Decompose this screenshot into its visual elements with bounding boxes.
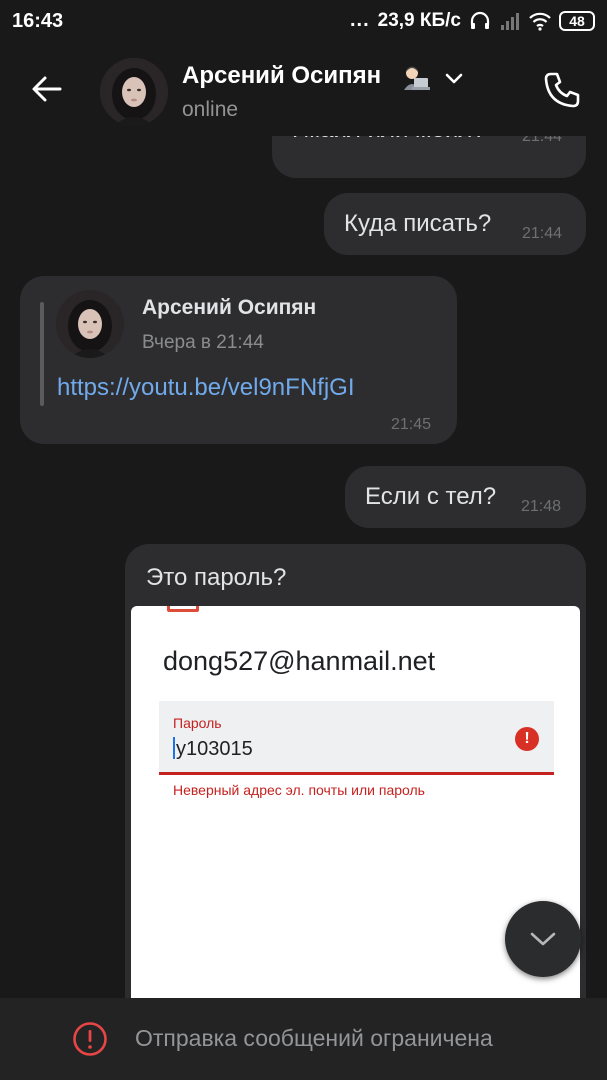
message-list[interactable]: Гмаил или меил? 21:44 Куда писать? 21:44…	[0, 136, 607, 998]
message-bubble[interactable]: Гмаил или меил? 21:44	[272, 136, 586, 178]
contact-avatar[interactable]	[100, 58, 168, 126]
message-link[interactable]: https://youtu.be/vel9nFNfjGI	[57, 374, 354, 402]
attachment-password-field: Пароль y103015 !	[159, 701, 554, 775]
message-time: 21:44	[522, 136, 563, 145]
text-cursor	[173, 737, 175, 759]
chevron-down-icon	[530, 932, 556, 946]
man-technologist-emoji	[404, 66, 430, 90]
message-text: Куда писать?	[344, 210, 492, 237]
attachment-field-label: Пароль	[173, 715, 222, 731]
attachment-email: dong527@hanmail.net	[163, 646, 436, 676]
phone-icon[interactable]	[540, 68, 584, 112]
status-time: 16:43	[12, 10, 64, 32]
restricted-footer: Отправка сообщений ограничена	[0, 998, 607, 1080]
restriction-notice: Отправка сообщений ограничена	[135, 1025, 493, 1051]
contact-status: online	[182, 98, 239, 121]
attachment-error-text: Неверный адрес эл. почты или пароль	[173, 782, 425, 798]
message-time: 21:45	[391, 416, 432, 433]
error-icon: !	[515, 727, 539, 751]
message-text: Это пароль?	[146, 564, 287, 591]
message-time: 21:48	[521, 498, 562, 515]
message-bubble[interactable]: Если с тел? 21:48	[345, 466, 586, 528]
message-text: Если с тел?	[365, 483, 497, 510]
chevron-down-icon[interactable]	[444, 72, 464, 86]
message-text: Гмаил или меил?	[292, 136, 486, 144]
forward-date: Вчера в 21:44	[142, 332, 264, 353]
status-dots: ...	[349, 9, 370, 31]
wifi-icon	[529, 12, 551, 31]
attachment-field-value: y103015	[176, 738, 253, 760]
alert-circle-icon	[73, 1022, 107, 1056]
arrow-left-icon[interactable]	[26, 68, 68, 110]
message-bubble[interactable]: Куда писать? 21:44	[324, 193, 586, 255]
signal-icon	[501, 12, 519, 30]
network-speed: 23,9 КБ/с	[377, 9, 461, 31]
contact-name[interactable]: Арсений Осипян	[182, 62, 381, 90]
headphones-icon	[470, 11, 490, 29]
status-bar: 16:43 ... 23,9 КБ/с 48	[0, 0, 607, 44]
forwarded-message-bubble[interactable]: Арсений Осипян Вчера в 21:44 https://you…	[20, 276, 457, 444]
mail-logo-fragment	[167, 606, 199, 612]
attachment-field-value-wrap: y103015	[173, 737, 253, 761]
status-icons: ... 23,9 КБ/с 48	[350, 9, 595, 32]
forward-author-avatar[interactable]	[56, 290, 124, 358]
battery-indicator: 48	[559, 10, 595, 31]
forward-author-name[interactable]: Арсений Осипян	[142, 296, 316, 320]
scroll-to-bottom-button[interactable]	[505, 901, 581, 977]
message-time: 21:44	[522, 225, 563, 242]
chat-header: Арсений Осипян online	[0, 44, 607, 136]
forward-bar	[40, 302, 44, 406]
